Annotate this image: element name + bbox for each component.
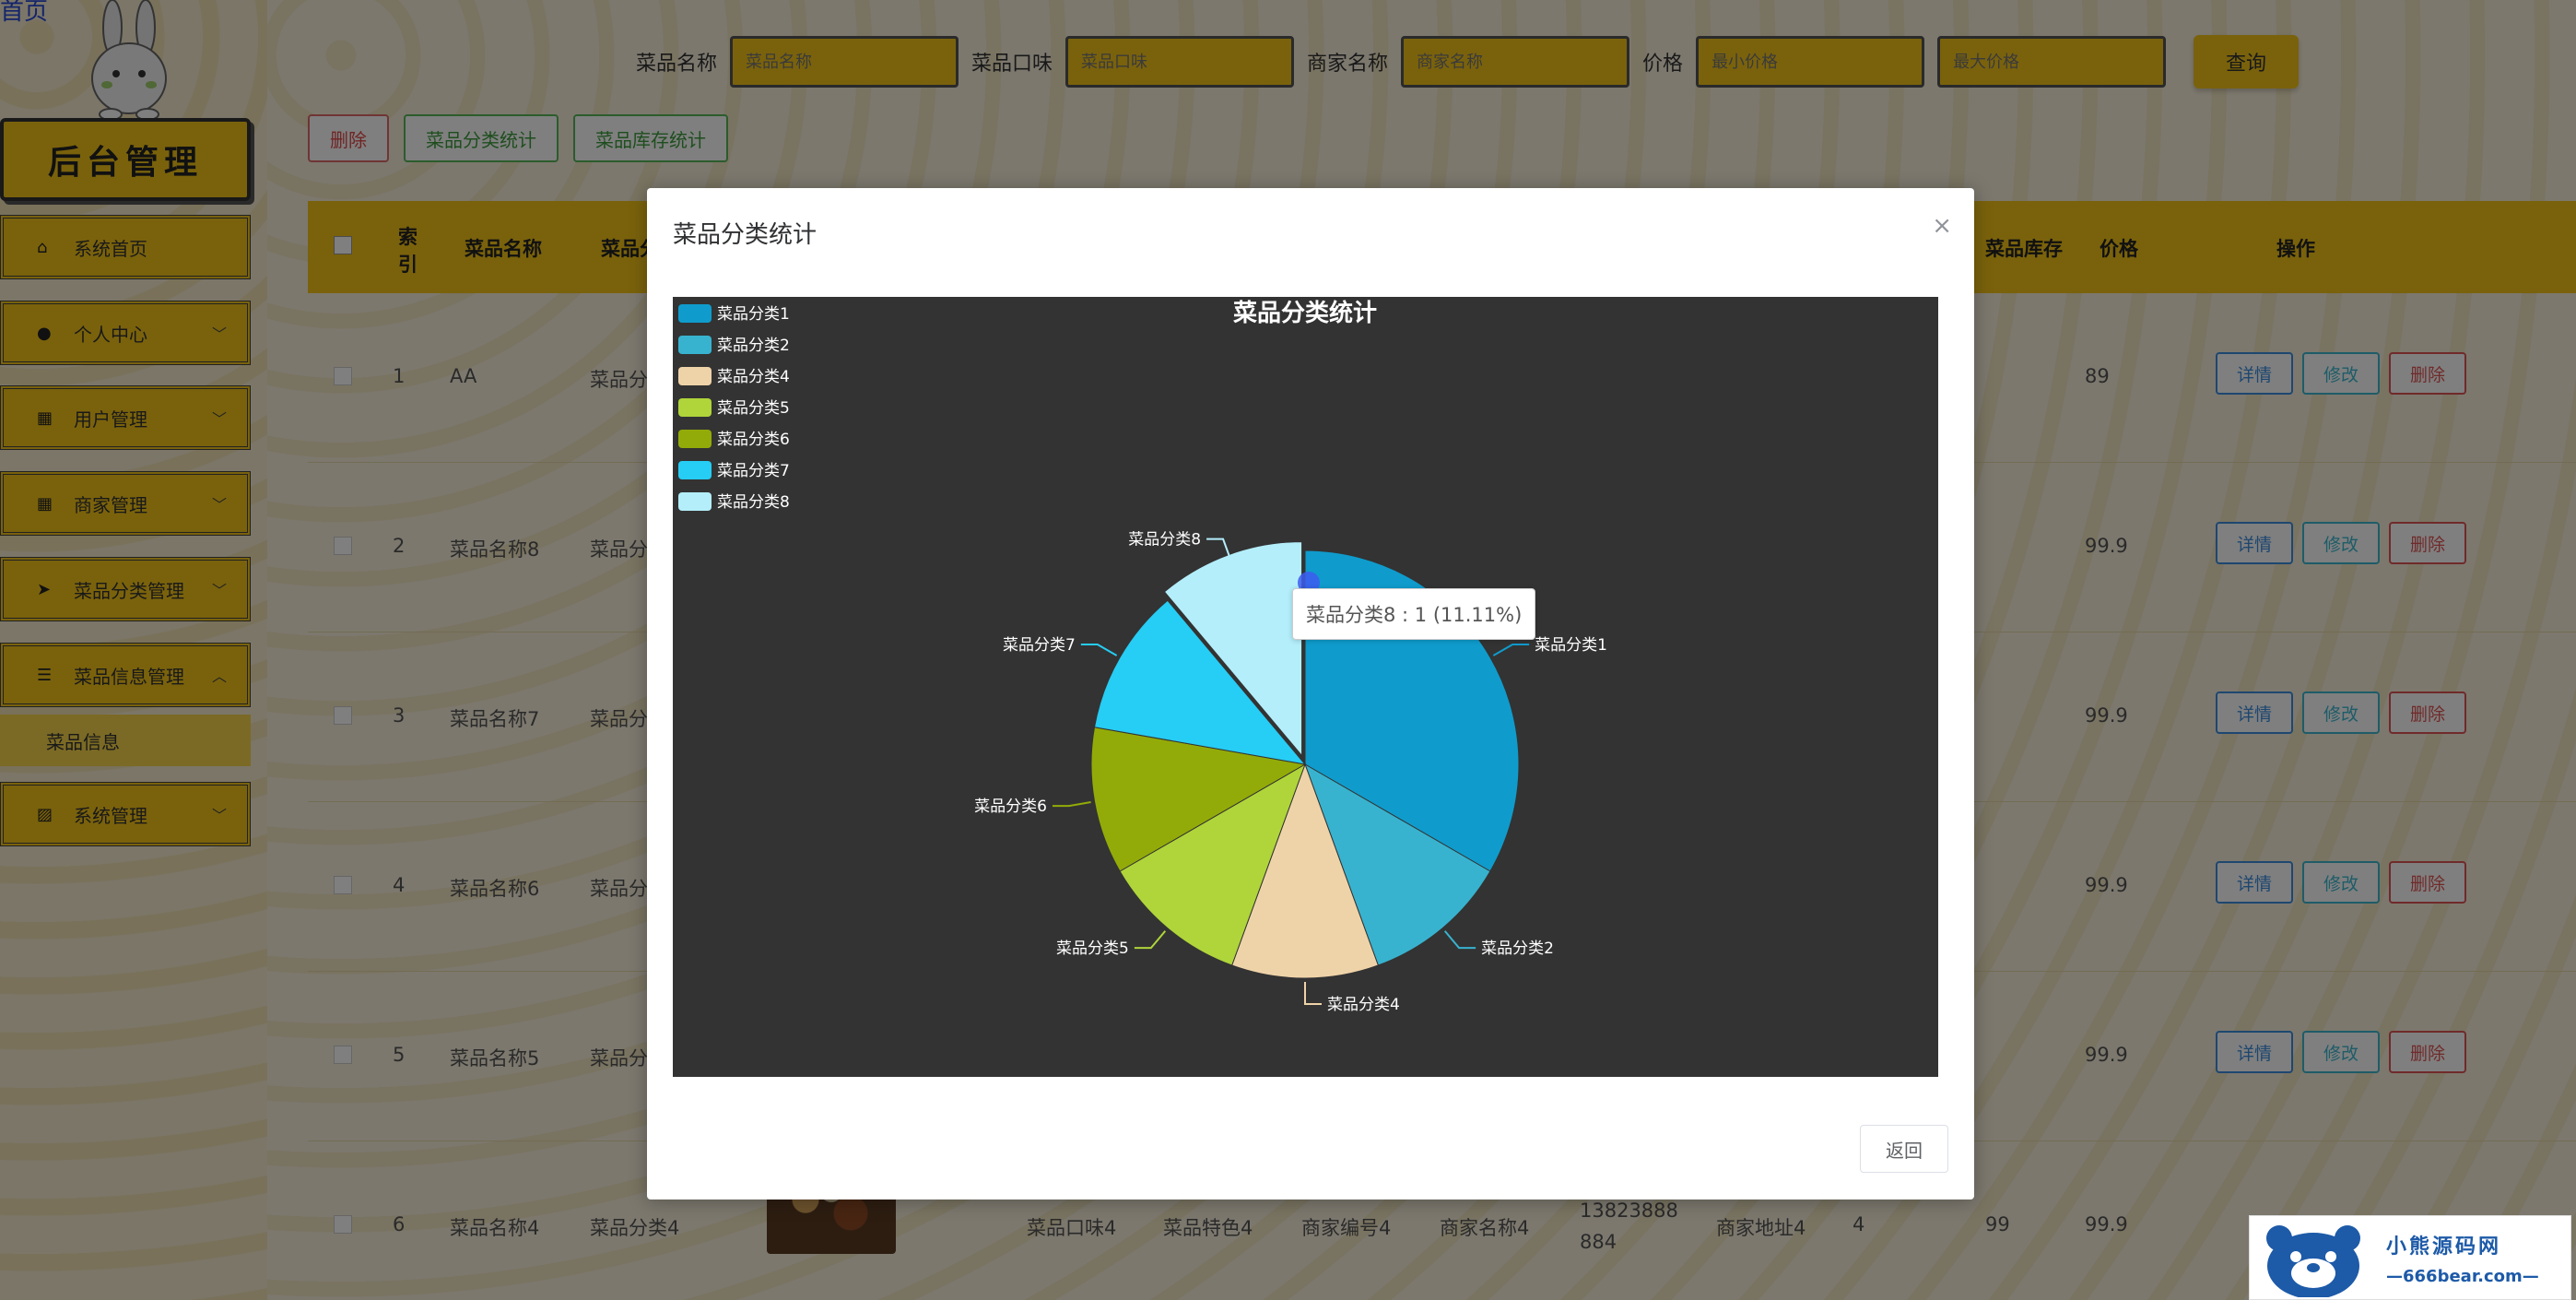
legend-label[interactable]: 菜品分类2 [717, 337, 790, 355]
legend-swatch[interactable] [678, 430, 712, 448]
pie-leader-line [1492, 644, 1530, 656]
legend-label[interactable]: 菜品分类4 [717, 368, 790, 386]
pie-label: 菜品分类5 [1056, 940, 1129, 958]
pie-leader-line [1134, 930, 1167, 950]
pie-leader-line [1052, 800, 1091, 808]
dialog-title: 菜品分类统计 [673, 221, 817, 249]
pie-label: 菜品分类4 [1327, 996, 1400, 1014]
legend-swatch[interactable] [678, 398, 712, 417]
legend-label[interactable]: 菜品分类8 [717, 493, 790, 512]
legend-swatch[interactable] [678, 492, 712, 511]
bear-logo-icon [2266, 1225, 2360, 1297]
pie-leader-line [1443, 930, 1476, 950]
chart-legend: 菜品分类1 菜品分类2 菜品分类4 菜品分类5 菜品分类6 菜品分类7 菜品分类8 [678, 304, 790, 512]
pie-chart-container: 菜品分类统计 菜品分类1 菜品分类2 菜品分类4 菜品分类5 菜品分类6 菜品分类7 菜品分… [673, 297, 1938, 1077]
chart-tooltip: 菜品分类8 : 1 (11.11%) [1292, 588, 1536, 640]
close-icon[interactable]: × [1932, 212, 1952, 240]
legend-label[interactable]: 菜品分类6 [717, 431, 790, 449]
pie-chart: 菜品分类统计 菜品分类1菜品分类2菜品分类4菜品分类5菜品分类6菜品分类7菜品分… [678, 299, 1607, 1014]
legend-swatch[interactable] [678, 336, 712, 354]
pie-label: 菜品分类8 [1128, 531, 1201, 550]
legend-swatch[interactable] [678, 461, 712, 479]
legend-label[interactable]: 菜品分类5 [717, 399, 790, 418]
pie-leader-line [1304, 982, 1322, 1005]
return-button[interactable]: 返回 [1860, 1125, 1948, 1173]
chart-title: 菜品分类统计 [1232, 299, 1377, 327]
pie-label: 菜品分类2 [1481, 940, 1554, 958]
watermark-site-name: 小熊源码网 [2386, 1235, 2502, 1259]
site-watermark: 小熊源码网 —666bear.com— [2249, 1215, 2571, 1300]
pie-label: 菜品分类1 [1535, 636, 1607, 655]
pie-label: 菜品分类6 [974, 798, 1047, 816]
pie-leader-line [1080, 644, 1118, 656]
legend-swatch[interactable] [678, 304, 712, 323]
category-stats-dialog: 菜品分类统计 × 菜品分类统计 菜品分类1 菜品分类2 菜品分类4 菜品分类5 菜品分类… [647, 188, 1974, 1200]
pie-label: 菜品分类7 [1003, 636, 1076, 655]
legend-swatch[interactable] [678, 367, 712, 385]
legend-label[interactable]: 菜品分类7 [717, 462, 790, 480]
watermark-url: —666bear.com— [2386, 1266, 2539, 1286]
legend-label[interactable]: 菜品分类1 [717, 305, 790, 324]
